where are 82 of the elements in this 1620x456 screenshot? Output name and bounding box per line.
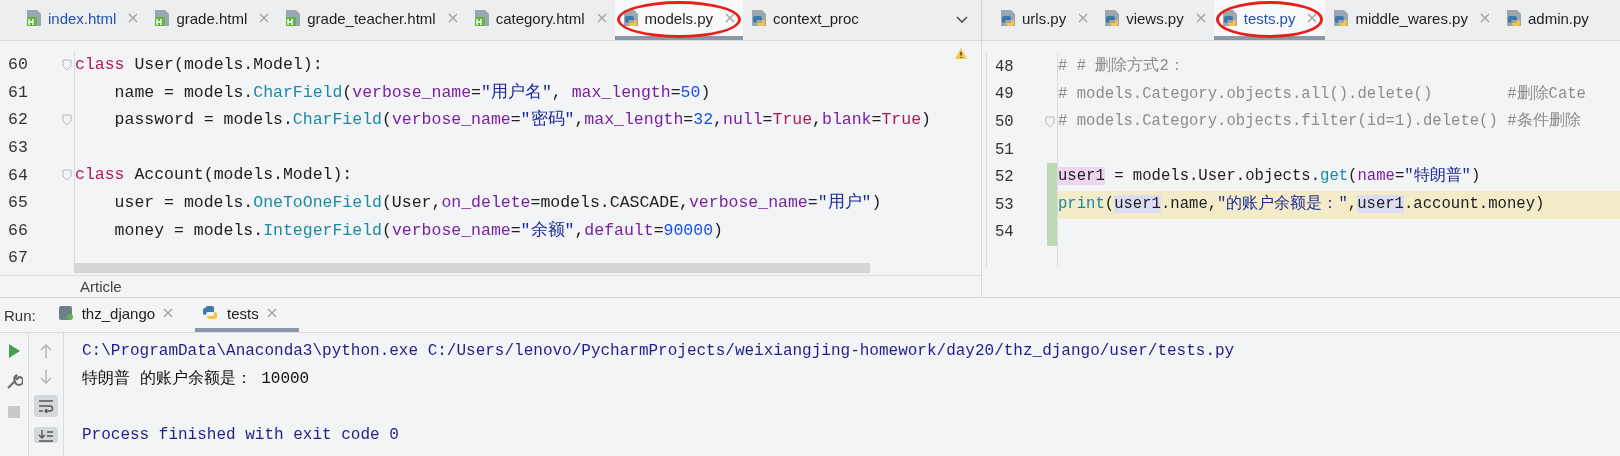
code-line: class Account(models.Model): — [75, 165, 353, 185]
run-tab[interactable]: thz_django — [51, 298, 196, 332]
line-number: 65 — [8, 193, 29, 213]
console-line: 特朗普 的账户余额是： 10000 — [82, 370, 310, 388]
line-number: 52 — [995, 168, 1015, 187]
code-line: password = models.CharField(verbose_name="密码",max_length=32,null=True,blank=True) — [113, 110, 931, 130]
line-number: 53 — [995, 195, 1015, 214]
line-number: 66 — [8, 220, 29, 240]
line-number: 49 — [995, 85, 1015, 104]
file-tab[interactable]: grade.html — [146, 0, 278, 40]
chevron-down-icon[interactable] — [955, 15, 969, 25]
stop-icon[interactable] — [7, 405, 21, 419]
code-line: # models.Category.objects.all().delete() #删除Cate — [1058, 84, 1586, 103]
line-number: 62 — [8, 110, 29, 130]
close-icon[interactable] — [1307, 13, 1318, 23]
close-icon[interactable] — [1078, 13, 1089, 23]
arrow-up-icon[interactable] — [39, 343, 53, 359]
file-tab[interactable]: admin.py — [1497, 0, 1597, 40]
line-number: 50 — [995, 113, 1015, 131]
python-file-icon — [751, 9, 767, 27]
code-line: user1 = models.User.objects.get(name="特朗普") — [1058, 167, 1481, 186]
code-line: # # 删除方式2： — [1058, 57, 1185, 75]
soft-wrap-icon[interactable] — [34, 395, 58, 417]
scroll-to-end-icon[interactable] — [34, 427, 58, 443]
console-line: C:\ProgramData\Anaconda3\python.exe C:/Users/lenovo/PycharmProjects/weixiangjing-homework/day20/thz_django/user/tests.py — [82, 342, 1235, 360]
line-number: 54 — [995, 223, 1015, 242]
html-file-icon — [154, 9, 171, 27]
python-file-icon — [1000, 9, 1016, 27]
arrow-down-icon[interactable] — [39, 369, 53, 385]
html-file-icon — [26, 9, 42, 27]
line-number: 67 — [8, 248, 29, 263]
close-icon[interactable] — [1195, 13, 1206, 23]
file-tab[interactable]: grade_teacher.html — [277, 0, 466, 40]
python-file-icon — [1221, 9, 1238, 27]
close-icon[interactable] — [1479, 13, 1490, 23]
django-icon — [57, 305, 74, 321]
python-file-icon — [1505, 9, 1522, 27]
python-icon — [201, 304, 220, 322]
file-tab[interactable]: tests.py — [1213, 0, 1326, 40]
close-icon[interactable] — [725, 13, 735, 23]
code-line: # models.Category.objects.filter(id=1).delete() #条件删除 — [1058, 112, 1581, 131]
line-number: 64 — [8, 165, 29, 185]
console-line: Process finished with exit code 0 — [82, 426, 399, 444]
html-file-icon — [285, 9, 302, 27]
scrollbar[interactable] — [74, 263, 870, 273]
file-tab[interactable]: views.py — [1096, 0, 1214, 40]
close-icon[interactable] — [266, 308, 277, 318]
file-tab[interactable]: context_proc — [743, 0, 867, 40]
run-tab[interactable]: tests — [195, 298, 299, 332]
line-number: 48 — [995, 57, 1015, 76]
code-line: class User(models.Model): — [75, 55, 323, 74]
breadcrumb[interactable]: Article — [80, 278, 122, 295]
code-line: name = models.CharField(verbose_name="用户名", max_length=50) — [113, 82, 711, 102]
line-number: 51 — [995, 140, 1015, 159]
fold-icon[interactable] — [62, 58, 72, 71]
code-line: user = models.OneToOneField(User,on_delete=models.CASCADE,verbose_name="用户") — [113, 192, 882, 212]
fold-icon[interactable] — [62, 114, 72, 126]
python-file-icon — [1104, 9, 1121, 27]
line-number: 63 — [8, 138, 29, 158]
run-icon[interactable] — [7, 343, 21, 359]
close-icon[interactable] — [163, 308, 174, 318]
python-file-icon — [1333, 9, 1350, 27]
line-number: 60 — [8, 55, 29, 75]
html-file-icon — [473, 9, 490, 27]
fold-icon[interactable] — [1045, 116, 1055, 128]
file-tab[interactable]: models.py — [614, 0, 743, 40]
warning-icon[interactable] — [954, 47, 968, 60]
file-tab[interactable]: middle_wares.py — [1325, 0, 1498, 40]
close-icon[interactable] — [128, 13, 139, 23]
python-file-icon — [622, 9, 639, 27]
line-number: 61 — [8, 82, 29, 102]
close-icon[interactable] — [596, 13, 607, 23]
file-tab[interactable]: category.html — [465, 0, 615, 40]
wrench-icon[interactable] — [5, 373, 23, 391]
code-line: money = models.IntegerField(verbose_name="余额",default=90000) — [113, 220, 723, 240]
fold-icon[interactable] — [62, 169, 72, 182]
code-line: print(user1.name,"的账户余额是：",user1.account.money) — [1058, 194, 1545, 213]
close-icon[interactable] — [447, 13, 458, 23]
close-icon[interactable] — [259, 13, 270, 23]
run-label: Run: — [4, 306, 36, 324]
file-tab[interactable]: index.html — [18, 0, 147, 40]
file-tab[interactable]: urls.py — [992, 0, 1097, 40]
